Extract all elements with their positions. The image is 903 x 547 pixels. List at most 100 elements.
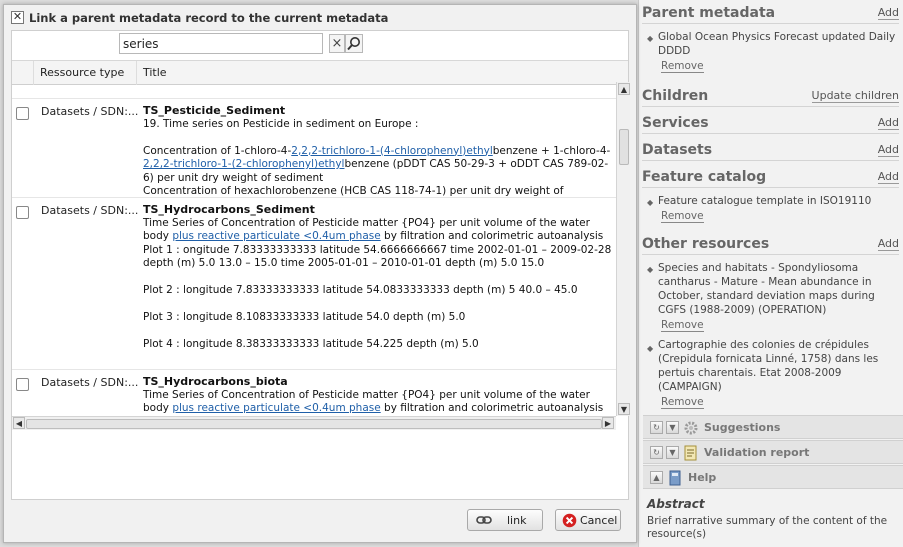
cancel-icon — [562, 513, 577, 528]
related-item: ◆ Global Ocean Physics Forecast updated … — [639, 24, 903, 75]
link-button[interactable]: link — [467, 509, 543, 531]
bullet-icon: ◆ — [647, 265, 654, 274]
record-content: TS_Pesticide_Sediment 19. Time series on… — [143, 104, 613, 197]
record-name[interactable]: TS_Pesticide_Sediment — [143, 104, 613, 118]
related-item: ◆ Feature catalogue template in ISO19110… — [639, 188, 903, 225]
table-row — [12, 85, 616, 98]
close-icon[interactable]: ✕ — [11, 11, 24, 24]
related-resources-panel: Parent metadata Add ◆ Global Ocean Physi… — [638, 0, 903, 547]
column-header-title[interactable]: Title — [137, 61, 628, 85]
section-title: Services — [642, 115, 709, 131]
related-item: ◆ Species and habitats - Spondyliosoma c… — [639, 255, 903, 334]
add-other-resource-button[interactable]: Add — [877, 238, 899, 251]
children-header: Children Update children — [642, 83, 899, 107]
remove-link[interactable]: Remove — [661, 60, 704, 73]
cancel-button-label: Cancel — [580, 514, 618, 527]
add-service-button[interactable]: Add — [877, 117, 899, 130]
scroll-left-icon[interactable]: ◀ — [13, 417, 25, 429]
resource-type: Datasets / SDN:... — [41, 105, 139, 118]
related-item-text[interactable]: Feature catalogue template in ISO19110 — [658, 194, 897, 208]
remove-link[interactable]: Remove — [661, 210, 704, 223]
record-description: Time Series of Concentration of Pesticid… — [143, 216, 612, 270]
record-description: 19. Time series on Pesticide in sediment… — [143, 117, 419, 130]
header-checkbox-column — [12, 61, 34, 85]
record-description: Plot 2 : longitude 7.83333333333 latitud… — [143, 284, 578, 296]
book-icon — [669, 470, 681, 486]
clear-icon[interactable]: × — [329, 34, 345, 53]
other-resources-header: Other resources Add — [642, 231, 899, 255]
bullet-icon: ◆ — [647, 344, 654, 353]
validation-label: Validation report — [704, 446, 810, 459]
parent-metadata-header: Parent metadata Add — [642, 0, 899, 24]
dialog-title: Link a parent metadata record to the cur… — [29, 11, 389, 25]
refresh-icon[interactable]: ↻ — [650, 421, 663, 434]
section-title: Datasets — [642, 142, 713, 158]
chemical-link[interactable]: 2,2,2-trichloro-1-(4-chlorophenyl)ethyl — [291, 145, 492, 157]
validation-panel-bar[interactable]: ↻ ▼ Validation report — [643, 440, 903, 464]
add-parent-button[interactable]: Add — [877, 7, 899, 20]
row-checkbox[interactable] — [16, 378, 29, 391]
phase-link[interactable]: plus reactive particulate <0.4um phase — [172, 402, 380, 414]
dialog-body: × Ressource type Title Datasets / SDN:. — [11, 30, 630, 500]
search-box: × — [119, 33, 363, 55]
add-dataset-button[interactable]: Add — [877, 144, 899, 157]
dialog-titlebar[interactable]: ✕ Link a parent metadata record to the c… — [4, 5, 636, 29]
chemical-link[interactable]: 2,2,2-trichloro-1-(2-chlorophenyl)ethyl — [143, 158, 344, 170]
section-title: Children — [642, 88, 709, 104]
resource-type: Datasets / SDN:... — [41, 204, 139, 217]
report-icon — [684, 445, 697, 461]
related-item-text[interactable]: Cartographie des colonies de crépidules … — [658, 338, 897, 394]
scroll-up-icon[interactable]: ▲ — [618, 83, 630, 95]
remove-link[interactable]: Remove — [661, 396, 704, 409]
record-description: Concentration of 1-chloro-4-2,2,2-trichl… — [143, 144, 611, 184]
resource-type: Datasets / SDN:... — [41, 376, 139, 389]
gear-icon — [684, 421, 698, 435]
help-panel-bar[interactable]: ▲ Help — [643, 465, 903, 489]
scroll-thumb[interactable] — [26, 419, 602, 429]
grid-body: Datasets / SDN:... TS_Pesticide_Sediment… — [12, 85, 616, 439]
link-icon — [476, 516, 492, 524]
search-button[interactable] — [345, 34, 363, 53]
suggestions-panel-bar[interactable]: ↻ ▼ Suggestions — [643, 415, 903, 439]
cancel-button[interactable]: Cancel — [555, 509, 621, 531]
table-row[interactable]: Datasets / SDN:... TS_Hydrocarbons_Sedim… — [12, 197, 616, 369]
record-name[interactable]: TS_Hydrocarbons_biota — [143, 375, 613, 389]
row-checkbox[interactable] — [16, 206, 29, 219]
link-parent-dialog: ✕ Link a parent metadata record to the c… — [3, 4, 637, 543]
scroll-right-icon[interactable]: ▶ — [602, 417, 614, 429]
grid-header: Ressource type Title — [12, 60, 628, 85]
scroll-down-icon[interactable]: ▼ — [618, 403, 630, 415]
help-heading: Abstract — [647, 497, 705, 511]
record-name[interactable]: TS_Hydrocarbons_Sediment — [143, 203, 613, 217]
phase-link[interactable]: plus reactive particulate <0.4um phase — [172, 230, 380, 242]
table-row[interactable]: Datasets / SDN:... TS_Pesticide_Sediment… — [12, 98, 616, 197]
services-header: Services Add — [642, 110, 899, 134]
record-content: TS_Hydrocarbons_Sediment Time Series of … — [143, 203, 613, 352]
chevron-down-icon[interactable]: ▼ — [666, 446, 679, 459]
record-description: Plot 4 : longitude 8.38333333333 latitud… — [143, 338, 479, 350]
search-input[interactable] — [119, 33, 323, 54]
row-checkbox[interactable] — [16, 107, 29, 120]
column-header-type[interactable]: Ressource type — [34, 61, 137, 85]
chevron-up-icon[interactable]: ▲ — [650, 471, 663, 484]
related-item-text[interactable]: Species and habitats - Spondyliosoma can… — [658, 261, 897, 317]
update-children-button[interactable]: Update children — [811, 90, 899, 103]
help-text: Brief narrative summary of the content o… — [647, 515, 888, 540]
chevron-down-icon[interactable]: ▼ — [666, 421, 679, 434]
remove-link[interactable]: Remove — [661, 319, 704, 332]
vertical-scrollbar[interactable]: ▲ ▼ — [616, 82, 630, 416]
record-description: Concentration of hexachlorobenzene (HCB … — [143, 185, 564, 197]
section-title: Feature catalog — [642, 169, 767, 185]
section-title: Other resources — [642, 236, 770, 252]
bullet-icon: ◆ — [647, 34, 654, 43]
section-title: Parent metadata — [642, 5, 776, 21]
scroll-thumb[interactable] — [619, 129, 629, 165]
related-item: ◆ Cartographie des colonies de crépidule… — [639, 334, 903, 411]
horizontal-scrollbar[interactable]: ◀ ▶ — [12, 416, 616, 430]
help-label: Help — [688, 471, 717, 484]
related-item-text[interactable]: Global Ocean Physics Forecast updated Da… — [658, 30, 897, 58]
refresh-icon[interactable]: ↻ — [650, 446, 663, 459]
record-description: Plot 3 : longitude 8.10833333333 latitud… — [143, 311, 466, 323]
add-feature-catalog-button[interactable]: Add — [877, 171, 899, 184]
datasets-header: Datasets Add — [642, 137, 899, 161]
